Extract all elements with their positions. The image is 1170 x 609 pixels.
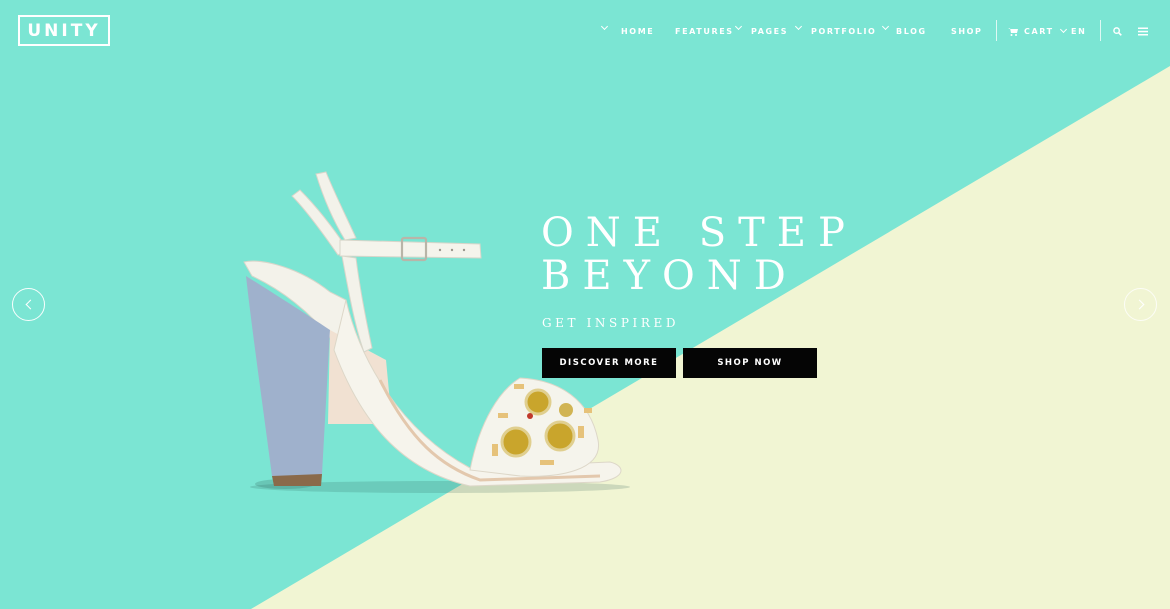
- menu-button[interactable]: [1134, 22, 1152, 40]
- headline-line-2: BEYOND: [541, 253, 798, 299]
- nav-item-pages[interactable]: PAGES: [751, 22, 788, 40]
- cart-icon: [1008, 27, 1018, 36]
- nav-shop-label: SHOP: [951, 26, 983, 36]
- search-button[interactable]: [1108, 22, 1126, 40]
- cart-label: CART: [1024, 26, 1054, 36]
- nav-home-label: HOME: [621, 26, 655, 36]
- language-label: EN: [1071, 26, 1087, 36]
- nav-divider: [996, 20, 997, 41]
- nav-divider: [1100, 20, 1101, 41]
- hero-slider: UNITY HOME FEATURES PAGES PORTFOLIO BLOG…: [0, 0, 1170, 609]
- nav-blog-label: BLOG: [896, 26, 927, 36]
- slider-next-button[interactable]: [1124, 288, 1157, 321]
- nav-item-features[interactable]: FEATURES: [675, 22, 734, 40]
- nav-portfolio-label: PORTFOLIO: [811, 26, 877, 36]
- chevron-left-icon: [25, 299, 35, 310]
- discover-more-button[interactable]: DISCOVER MORE: [542, 348, 676, 378]
- slide-subheadline: GET INSPIRED: [542, 316, 680, 330]
- chevron-down-icon: [1059, 25, 1068, 34]
- nav-item-blog[interactable]: BLOG: [896, 22, 927, 40]
- nav-features-label: FEATURES: [675, 26, 734, 36]
- headline-line-1: ONE STEP: [541, 210, 857, 256]
- search-icon: [1112, 26, 1122, 36]
- nav-item-portfolio[interactable]: PORTFOLIO: [811, 22, 876, 40]
- shop-now-button[interactable]: SHOP NOW: [683, 348, 817, 378]
- cart-link[interactable]: CART: [1008, 22, 1054, 40]
- language-switcher[interactable]: EN: [1059, 22, 1087, 40]
- slide-headline: ONE STEP BEYOND: [541, 212, 857, 298]
- menu-icon: [1138, 27, 1148, 35]
- nav-item-home[interactable]: HOME: [621, 22, 654, 40]
- nav-item-shop[interactable]: SHOP: [951, 22, 983, 40]
- nav-pages-label: PAGES: [751, 26, 789, 36]
- logo[interactable]: UNITY: [18, 15, 110, 46]
- chevron-right-icon: [1134, 299, 1144, 310]
- slider-prev-button[interactable]: [12, 288, 45, 321]
